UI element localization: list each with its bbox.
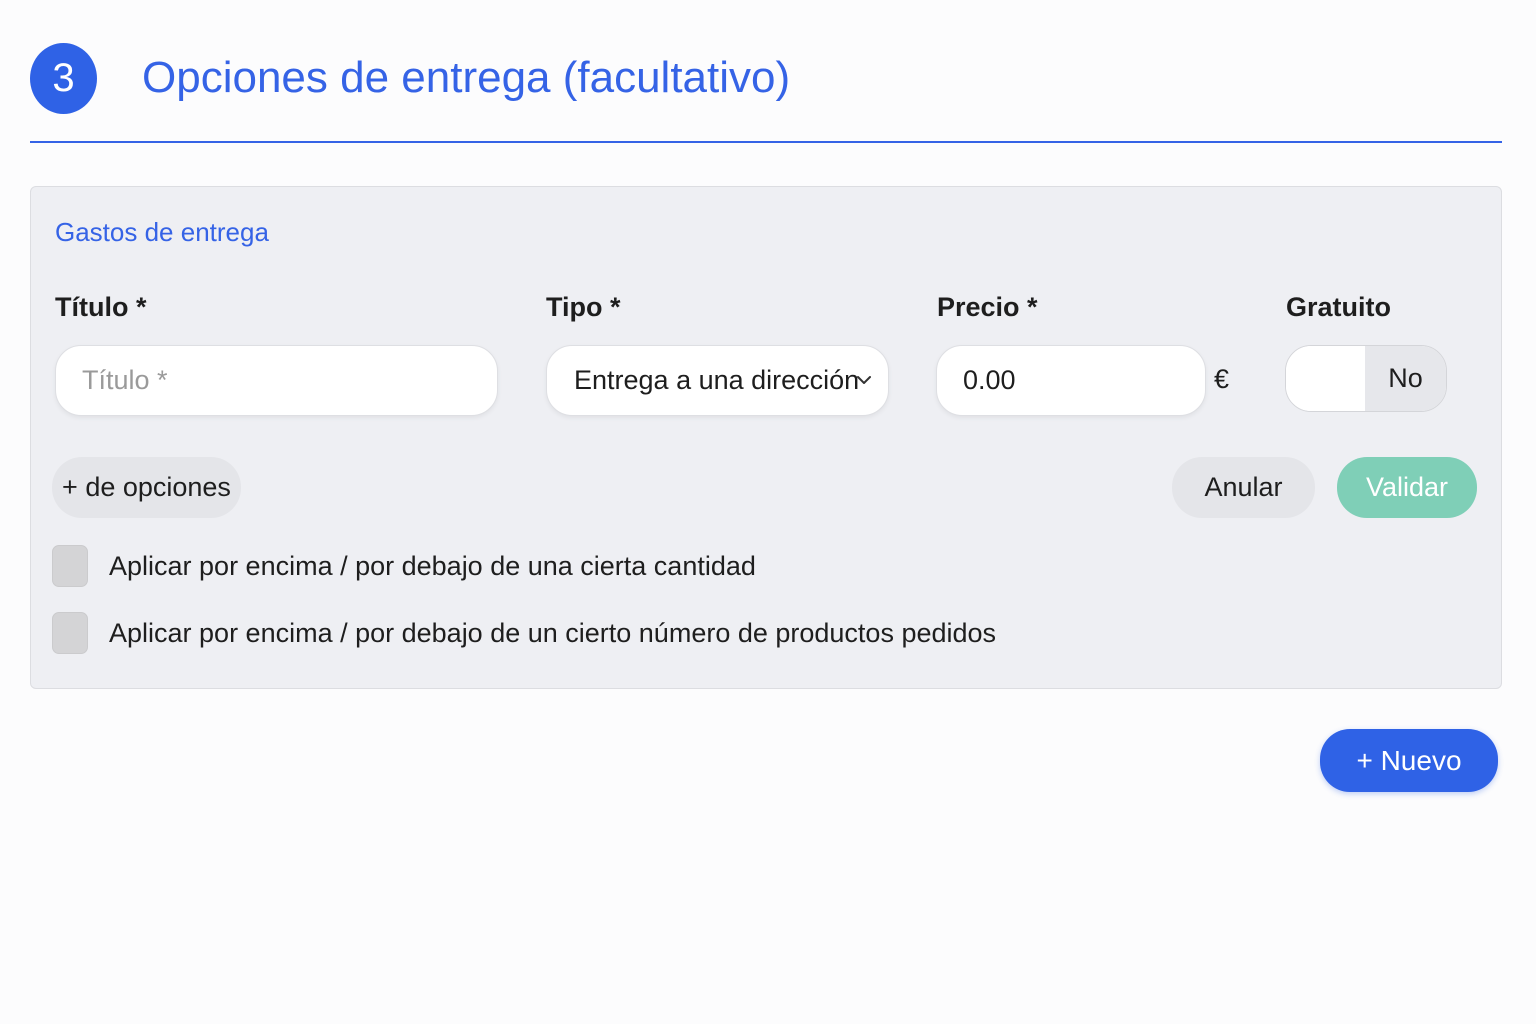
type-label: Tipo * xyxy=(546,292,621,322)
free-label: Gratuito xyxy=(1286,292,1391,322)
product-count-condition-checkbox[interactable] xyxy=(52,612,88,654)
amount-condition-row: Aplicar por encima / por debajo de una c… xyxy=(52,545,756,587)
amount-condition-checkbox[interactable] xyxy=(52,545,88,587)
free-toggle[interactable]: No xyxy=(1285,345,1447,412)
toggle-state-label: No xyxy=(1365,346,1446,411)
price-input[interactable] xyxy=(936,345,1206,416)
title-label: Título * xyxy=(55,292,147,322)
type-select[interactable]: Entrega a una dirección xyxy=(546,345,889,416)
title-divider xyxy=(30,141,1502,143)
cancel-button[interactable]: Anular xyxy=(1172,457,1315,518)
chevron-down-icon xyxy=(857,376,871,384)
toggle-knob xyxy=(1286,346,1365,411)
product-count-condition-row: Aplicar por encima / por debajo de un ci… xyxy=(52,612,996,654)
type-select-value: Entrega a una dirección xyxy=(574,365,860,395)
product-count-condition-label: Aplicar por encima / por debajo de un ci… xyxy=(109,617,997,648)
delivery-options-page: 3 Opciones de entrega (facultativo) Gast… xyxy=(0,0,1536,1024)
step-number-badge: 3 xyxy=(30,43,97,114)
title-input[interactable] xyxy=(55,345,498,416)
currency-symbol: € xyxy=(1214,364,1230,394)
page-title: Opciones de entrega (facultativo) xyxy=(142,53,791,102)
more-options-button[interactable]: + de opciones xyxy=(52,457,241,518)
amount-condition-label: Aplicar por encima / por debajo de una c… xyxy=(109,550,756,581)
step-number: 3 xyxy=(52,56,75,100)
add-new-button[interactable]: + Nuevo xyxy=(1320,729,1498,792)
validate-button[interactable]: Validar xyxy=(1337,457,1477,518)
section-title: Gastos de entrega xyxy=(55,217,269,247)
price-label: Precio * xyxy=(937,292,1038,322)
